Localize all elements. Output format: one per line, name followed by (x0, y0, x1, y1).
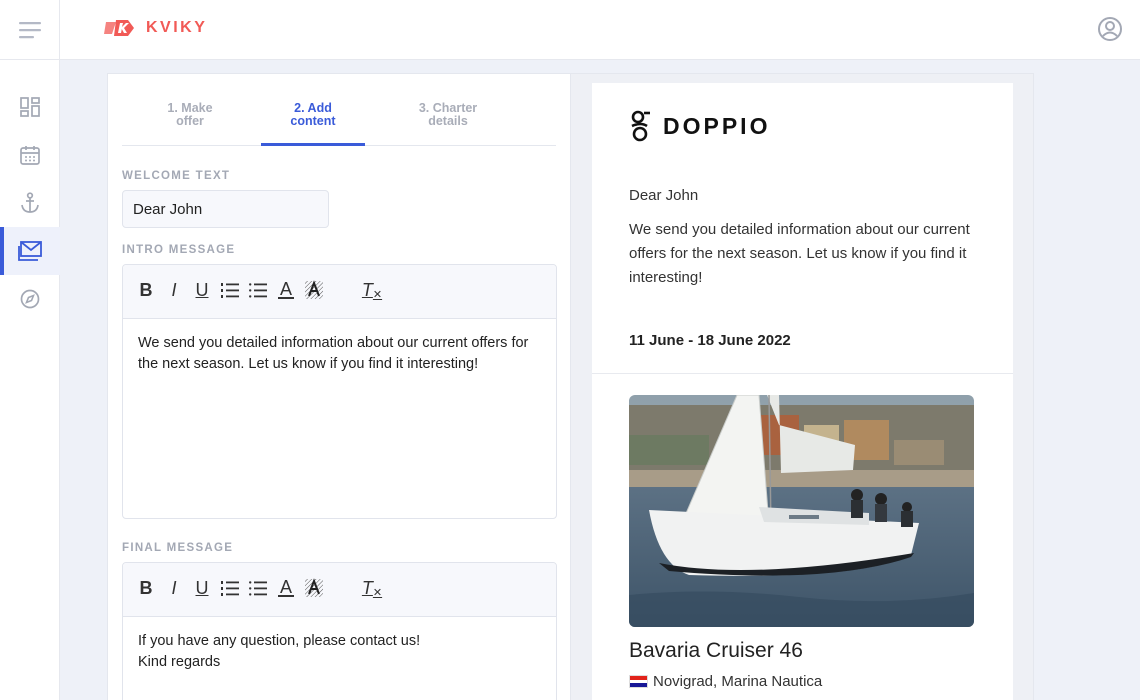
font-color-bar (278, 297, 294, 299)
clear-format-button[interactable]: T ✕ (361, 576, 383, 600)
logo-text: KVIKY (146, 19, 208, 36)
tab-charter-details[interactable]: 3. Charter details (396, 102, 500, 128)
ordered-list-icon (221, 581, 239, 596)
menu-button[interactable] (0, 0, 60, 60)
company-brand: DOPPIO (629, 109, 770, 143)
clear-format-icon: T (361, 279, 373, 300)
sidebar-item-calendar[interactable] (0, 131, 60, 179)
step-label-line2: content (290, 114, 336, 128)
preview-divider (592, 373, 1013, 374)
highlight-button[interactable] (303, 576, 325, 600)
welcome-text-label: WELCOME TEXT (122, 170, 231, 182)
app-logo[interactable]: KVIKY (104, 18, 207, 38)
sidebar-item-explore[interactable] (0, 275, 60, 323)
font-color-bar (278, 595, 294, 597)
step-label-line2: details (428, 114, 468, 128)
user-circle-icon (1098, 17, 1122, 41)
ordered-list-button[interactable] (219, 576, 241, 600)
boat-photo[interactable] (629, 395, 974, 627)
sidebar (0, 60, 60, 700)
intro-editor-toolbar: B I U A T ✕ (123, 265, 556, 319)
preview-intro: We send you detailed information about o… (629, 221, 970, 286)
font-color-button[interactable]: A (275, 278, 297, 302)
bold-button[interactable]: B (135, 576, 157, 600)
brand-name: DOPPIO (663, 112, 771, 139)
bold-button[interactable]: B (135, 278, 157, 302)
step-tabs: 1. Make offer 2. Add content 3. Charter … (122, 74, 556, 146)
clear-format-icon: T (361, 577, 373, 598)
bullet-list-button[interactable] (247, 576, 269, 600)
font-color-icon: A (279, 577, 292, 597)
dashboard-icon (20, 97, 40, 117)
step-label-line2: offer (176, 114, 204, 128)
sidebar-item-charters[interactable] (0, 179, 60, 227)
app: KVIKY 1. Make offer 2. Add content 3. Ch… (0, 0, 1140, 700)
final-message-text[interactable]: If you have any question, please contact… (123, 617, 556, 687)
final-message-line2: Kind regards (138, 654, 221, 670)
preview-greeting: Dear John (629, 187, 699, 204)
intro-message-label: INTRO MESSAGE (122, 244, 236, 256)
calendar-icon (20, 146, 40, 165)
italic-button[interactable]: I (163, 278, 185, 302)
ordered-list-icon (221, 283, 239, 298)
highlight-icon (305, 280, 323, 299)
bullet-list-icon (249, 581, 267, 596)
highlight-button[interactable] (303, 278, 325, 302)
compass-icon (20, 289, 40, 309)
final-message-label: FINAL MESSAGE (122, 542, 234, 554)
sailboat-image (629, 395, 974, 627)
tab-make-offer[interactable]: 1. Make offer (138, 102, 242, 128)
intro-message-editor: B I U A T ✕ We send you detailed informa… (122, 264, 557, 519)
bullet-list-icon (249, 283, 267, 298)
clear-format-button[interactable]: T ✕ (361, 278, 383, 302)
sidebar-item-offers[interactable] (0, 227, 60, 275)
final-message-line1: If you have any question, please contact… (138, 633, 421, 649)
bullet-list-button[interactable] (247, 278, 269, 302)
tab-add-content[interactable]: 2. Add content (261, 102, 365, 146)
final-editor-toolbar: B I U A T ✕ (123, 563, 556, 617)
italic-button[interactable]: I (163, 576, 185, 600)
location-text: Novigrad, Marina Nautica (653, 673, 823, 690)
croatia-flag-icon (629, 675, 648, 688)
hamburger-icon (18, 22, 41, 39)
final-message-editor: B I U A T ✕ If you have any question, pl… (122, 562, 557, 700)
doppio-logo-icon (631, 110, 650, 142)
offer-form-panel: 1. Make offer 2. Add content 3. Charter … (107, 73, 570, 700)
email-preview: DOPPIO Dear John We send you detailed in… (592, 83, 1013, 700)
intro-message-text[interactable]: We send you detailed information about o… (123, 319, 556, 389)
kviky-logo-icon (104, 20, 134, 36)
preview-dates: 11 June - 18 June 2022 (629, 332, 791, 349)
welcome-text-input[interactable] (122, 190, 329, 228)
email-preview-panel: DOPPIO Dear John We send you detailed in… (570, 73, 1034, 700)
sidebar-item-dashboard[interactable] (0, 83, 60, 131)
top-bar: KVIKY (0, 0, 1140, 60)
font-color-icon: A (279, 279, 292, 299)
intro-message-paragraph: We send you detailed information about o… (138, 335, 529, 372)
anchor-icon (21, 192, 39, 213)
underline-button[interactable]: U (191, 576, 213, 600)
ordered-list-button[interactable] (219, 278, 241, 302)
highlight-icon (305, 578, 323, 597)
account-button[interactable] (1097, 16, 1123, 42)
font-color-button[interactable]: A (275, 576, 297, 600)
mail-icon (18, 241, 42, 261)
boat-name: Bavaria Cruiser 46 (629, 639, 803, 662)
boat-location: Novigrad, Marina Nautica (629, 673, 822, 690)
underline-button[interactable]: U (191, 278, 213, 302)
